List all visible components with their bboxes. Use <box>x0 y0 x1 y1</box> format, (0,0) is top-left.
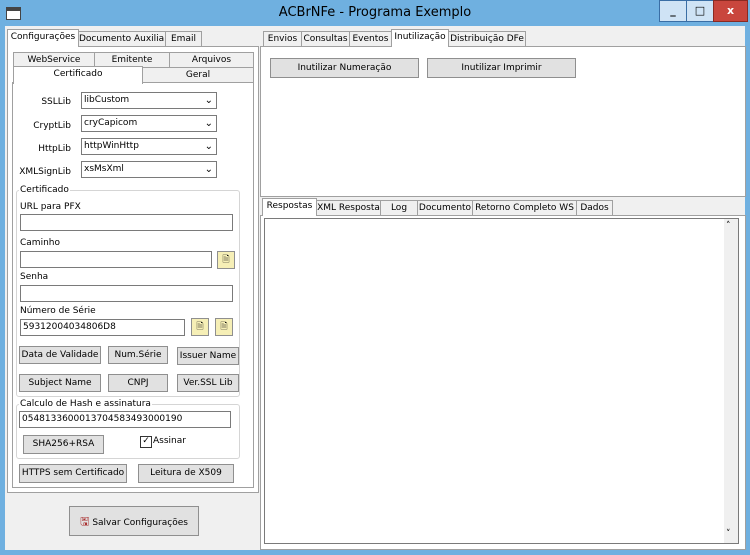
certificado-group-title: Certificado <box>19 185 70 195</box>
url-pfx-label: URL para PFX <box>20 202 81 212</box>
ssllib-select[interactable]: libCustom ⌄ <box>81 92 217 109</box>
httplib-label: HttpLib <box>38 144 71 154</box>
main-window: ACBrNFe - Programa Exemplo _ □ x Configu… <box>0 0 750 555</box>
tab-configuracoes[interactable]: Configurações <box>7 29 79 47</box>
scroll-up-icon[interactable]: ˄ <box>726 221 731 231</box>
title-bar: ACBrNFe - Programa Exemplo _ □ x <box>0 0 750 26</box>
close-button[interactable]: x <box>713 0 748 22</box>
senha-label: Senha <box>20 272 49 282</box>
scroll-down-icon[interactable]: ˅ <box>726 529 731 539</box>
https-sem-certificado-button[interactable]: HTTPS sem Certificado <box>19 464 127 483</box>
url-pfx-input[interactable] <box>20 214 233 231</box>
cryptlib-value: cryCapicom <box>84 118 138 128</box>
numero-serie-input[interactable]: 59312004034806D8 <box>20 319 185 336</box>
data-validade-button[interactable]: Data de Validade <box>19 346 101 364</box>
numero-serie-label: Número de Série <box>20 306 96 316</box>
issuer-name-button[interactable]: Issuer Name <box>177 347 239 365</box>
num-serie-button[interactable]: Num.Série <box>108 346 168 364</box>
tab-respostas[interactable]: Respostas <box>262 198 317 216</box>
ssllib-label: SSLLib <box>41 97 71 107</box>
tab-documento-auxiliar[interactable]: Documento Auxiliar <box>78 31 168 47</box>
tab-arquivos[interactable]: Arquivos <box>169 52 254 68</box>
assinar-checkbox[interactable]: ✓ <box>140 436 152 448</box>
tab-consultas[interactable]: Consultas <box>301 31 350 47</box>
tab-eventos[interactable]: Eventos <box>349 31 392 47</box>
hash-group-title: Calculo de Hash e assinatura <box>19 399 152 409</box>
window-title: ACBrNFe - Programa Exemplo <box>278 5 472 20</box>
tab-geral[interactable]: Geral <box>142 67 254 83</box>
select-certificate-icon[interactable]: 🗎 <box>191 318 209 336</box>
salvar-configuracoes-button[interactable]: 🖫 Salvar Configurações <box>69 506 199 536</box>
subject-name-button[interactable]: Subject Name <box>19 374 101 392</box>
tab-certificado[interactable]: Certificado <box>13 66 143 84</box>
respostas-scrollbar[interactable]: ˄ ˅ <box>724 219 738 543</box>
xmlsignlib-value: xsMsXml <box>84 164 124 174</box>
chevron-down-icon: ⌄ <box>204 141 213 152</box>
ssllib-value: libCustom <box>84 95 130 105</box>
tab-log[interactable]: Log <box>380 200 418 216</box>
browse-file-icon[interactable]: 🗎 <box>217 251 235 269</box>
cryptlib-select[interactable]: cryCapicom ⌄ <box>81 115 217 132</box>
tab-distribuicao-dfe[interactable]: Distribuição DFe <box>448 31 526 47</box>
leitura-x509-button[interactable]: Leitura de X509 <box>138 464 234 483</box>
cnpj-button[interactable]: CNPJ <box>108 374 168 392</box>
hash-input[interactable]: 05481336000137045834930001​90 <box>19 411 231 428</box>
caminho-label: Caminho <box>20 238 60 248</box>
tab-inutilizacao[interactable]: Inutilização <box>391 29 449 47</box>
tab-xml-resposta[interactable]: XML Resposta <box>316 200 381 216</box>
cryptlib-label: CryptLib <box>33 121 71 131</box>
minimize-button[interactable]: _ <box>659 0 687 22</box>
maximize-button[interactable]: □ <box>686 0 714 22</box>
chevron-down-icon: ⌄ <box>204 118 213 129</box>
respostas-memo[interactable] <box>264 218 739 544</box>
inutilizar-numeracao-button[interactable]: Inutilizar Numeração <box>270 58 419 78</box>
inutilizar-imprimir-button[interactable]: Inutilizar Imprimir <box>427 58 576 78</box>
tab-documento[interactable]: Documento <box>417 200 473 216</box>
tab-envios[interactable]: Envios <box>263 31 302 47</box>
tab-dados[interactable]: Dados <box>576 200 613 216</box>
tab-retorno-completo-ws[interactable]: Retorno Completo WS <box>472 200 577 216</box>
caminho-input[interactable] <box>20 251 212 268</box>
xmlsignlib-select[interactable]: xsMsXml ⌄ <box>81 161 217 178</box>
chevron-down-icon: ⌄ <box>204 164 213 175</box>
select-certificate-alt-icon[interactable]: 🗎 <box>215 318 233 336</box>
httplib-value: httpWinHttp <box>84 141 139 151</box>
chevron-down-icon: ⌄ <box>204 95 213 106</box>
xmlsignlib-label: XMLSignLib <box>19 167 71 177</box>
assinar-label: Assinar <box>153 436 186 446</box>
client-area: Configurações Documento Auxiliar Email W… <box>5 26 746 550</box>
tab-email[interactable]: Email <box>165 31 202 47</box>
ver-ssl-lib-button[interactable]: Ver.SSL Lib <box>177 374 239 392</box>
save-icon: 🖫 <box>80 515 90 528</box>
salvar-configuracoes-label: Salvar Configurações <box>92 518 188 528</box>
senha-input[interactable] <box>20 285 233 302</box>
httplib-select[interactable]: httpWinHttp ⌄ <box>81 138 217 155</box>
sha256-rsa-button[interactable]: SHA256+RSA <box>23 435 104 454</box>
